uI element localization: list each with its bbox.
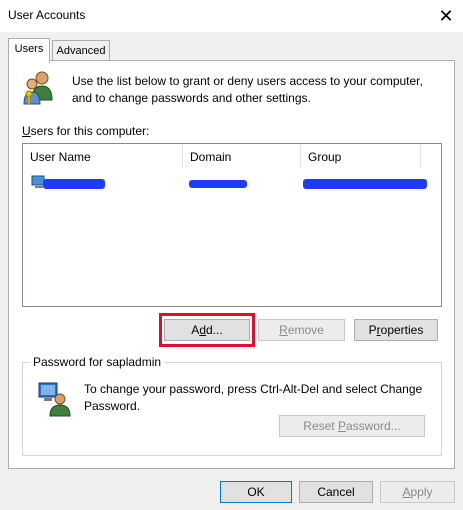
table-row[interactable]	[23, 174, 427, 190]
redacted-domain	[189, 180, 247, 188]
remove-button[interactable]: Remove	[258, 319, 345, 341]
close-button[interactable]: ✕	[434, 4, 458, 28]
users-list-label: Users for this computer:	[22, 124, 150, 138]
password-group-label: Password for sapladmin	[30, 355, 165, 369]
users-key-icon	[23, 71, 53, 105]
redacted-user-name	[43, 179, 105, 189]
column-header-domain[interactable]: Domain	[183, 144, 301, 168]
column-header-user-name[interactable]: User Name	[23, 144, 183, 168]
password-instructions: To change your password, press Ctrl-Alt-…	[84, 382, 423, 413]
tab-advanced[interactable]: Advanced	[52, 40, 110, 62]
users-list[interactable]: User Name Domain Group	[22, 143, 442, 307]
cancel-button[interactable]: Cancel	[299, 481, 373, 503]
user-computer-icon	[38, 382, 71, 417]
reset-password-button[interactable]: Reset Password...	[279, 415, 425, 437]
intro-text: Use the list below to grant or deny user…	[72, 74, 423, 105]
apply-button[interactable]: Apply	[380, 481, 455, 503]
redacted-group	[303, 179, 427, 189]
ok-button[interactable]: OK	[220, 481, 292, 503]
highlight-box	[159, 313, 255, 347]
properties-button[interactable]: Properties	[354, 319, 438, 341]
tab-users[interactable]: Users	[8, 38, 50, 63]
window-title: User Accounts	[8, 8, 86, 22]
column-header-group[interactable]: Group	[301, 144, 421, 168]
